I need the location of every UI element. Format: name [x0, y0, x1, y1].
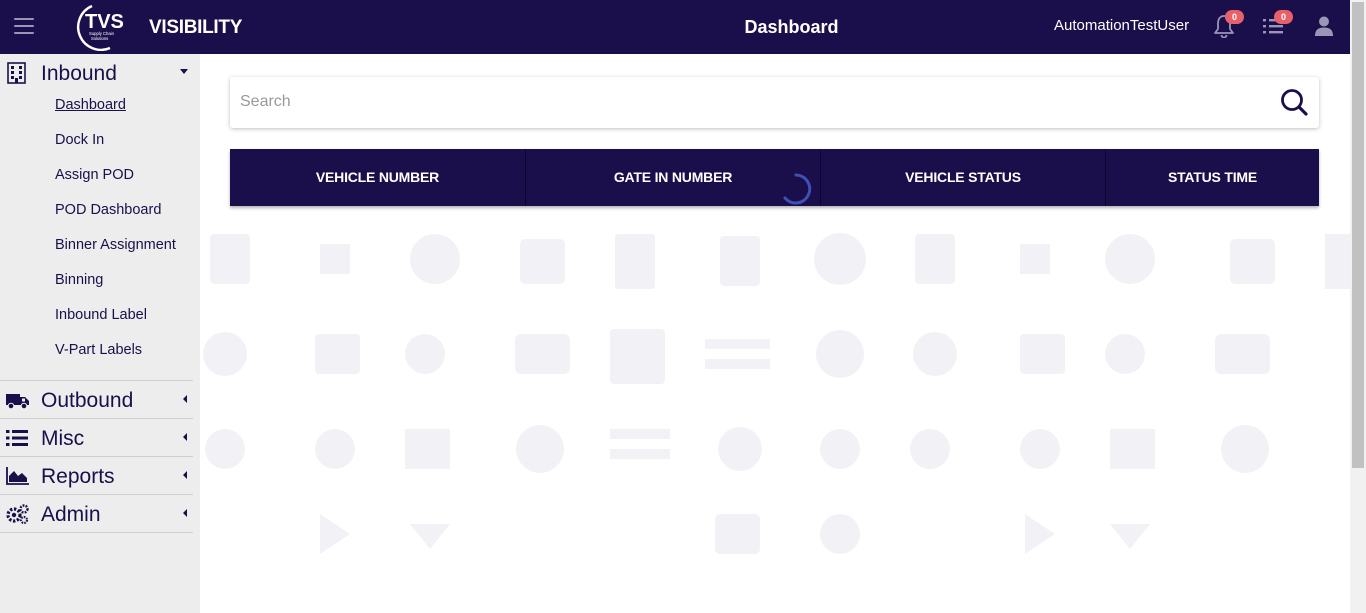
search-bar — [230, 77, 1319, 128]
search-icon — [1281, 89, 1308, 116]
tasks-badge: 0 — [1274, 10, 1293, 24]
cogs-icon — [6, 504, 29, 525]
sidebar-item-inbound-label[interactable]: Inbound Label — [0, 304, 193, 339]
loading-spinner-icon — [783, 173, 812, 205]
search-button[interactable] — [1279, 87, 1309, 117]
sidebar-item-dock-in[interactable]: Dock In — [0, 129, 193, 164]
sidebar-item-dashboard[interactable]: Dashboard — [0, 94, 193, 129]
caret-left-icon — [183, 433, 187, 441]
username[interactable]: AutomationTestUser — [1054, 17, 1189, 34]
caret-left-icon — [183, 395, 187, 403]
caret-left-icon — [183, 509, 187, 517]
main-content: VEHICLE NUMBER GATE IN NUMBER VEHICLE ST… — [200, 54, 1350, 613]
area-chart-icon — [6, 467, 29, 485]
sidebar-section-reports[interactable]: Reports — [0, 457, 193, 495]
scrollbar[interactable] — [1350, 0, 1366, 613]
inbound-submenu: Dashboard Dock In Assign POD POD Dashboa… — [0, 94, 193, 381]
tvs-logo[interactable]: TVS Supply Chain Solutions — [72, 3, 128, 51]
sidebar-item-assign-pod[interactable]: Assign POD — [0, 164, 193, 199]
background-pattern — [203, 233, 1350, 554]
scrollbar-thumb[interactable] — [1352, 2, 1364, 468]
search-input[interactable] — [240, 87, 1260, 117]
menu-icon[interactable] — [14, 18, 34, 34]
page-title: Dashboard — [744, 17, 839, 37]
sidebar-section-inbound[interactable]: Inbound — [0, 54, 193, 94]
sidebar-item-binning[interactable]: Binning — [0, 269, 193, 304]
truck-icon — [6, 394, 29, 410]
sidebar-section-label: Admin — [41, 503, 101, 526]
user-icon — [1315, 16, 1333, 36]
sidebar-item-pod-dashboard[interactable]: POD Dashboard — [0, 199, 193, 234]
svg-text:Solutions: Solutions — [91, 36, 108, 41]
logo-text: TVS — [85, 11, 124, 33]
user-menu-button[interactable] — [1313, 15, 1335, 37]
column-header-vehicle-status[interactable]: VEHICLE STATUS — [821, 149, 1106, 206]
sidebar-section-admin[interactable]: Admin — [0, 495, 193, 533]
sidebar-section-label: Misc — [41, 427, 85, 450]
sidebar-section-label: Inbound — [41, 62, 117, 85]
list-icon — [6, 430, 28, 446]
caret-left-icon — [183, 471, 187, 479]
sidebar: Inbound Dashboard Dock In Assign POD POD… — [0, 54, 200, 613]
sidebar-item-v-part-labels[interactable]: V-Part Labels — [0, 339, 193, 374]
vehicle-table-header: VEHICLE NUMBER GATE IN NUMBER VEHICLE ST… — [230, 149, 1319, 206]
sidebar-section-label: Outbound — [41, 389, 134, 412]
tasks-button[interactable]: 0 — [1262, 10, 1293, 37]
sidebar-section-outbound[interactable]: Outbound — [0, 381, 193, 419]
brand-title: VISIBILITY — [149, 17, 243, 38]
column-header-gate-in-number[interactable]: GATE IN NUMBER — [526, 149, 821, 206]
notifications-button[interactable]: 0 — [1213, 10, 1244, 39]
column-header-vehicle-number[interactable]: VEHICLE NUMBER — [230, 149, 526, 206]
sidebar-section-misc[interactable]: Misc — [0, 419, 193, 457]
caret-down-icon — [180, 69, 188, 74]
notifications-badge: 0 — [1225, 10, 1244, 24]
sidebar-item-binner-assignment[interactable]: Binner Assignment — [0, 234, 193, 269]
top-bar: TVS Supply Chain Solutions VISIBILITY Da… — [0, 0, 1350, 54]
building-icon — [7, 62, 26, 84]
column-header-status-time[interactable]: STATUS TIME — [1106, 149, 1319, 206]
sidebar-section-label: Reports — [41, 465, 115, 488]
